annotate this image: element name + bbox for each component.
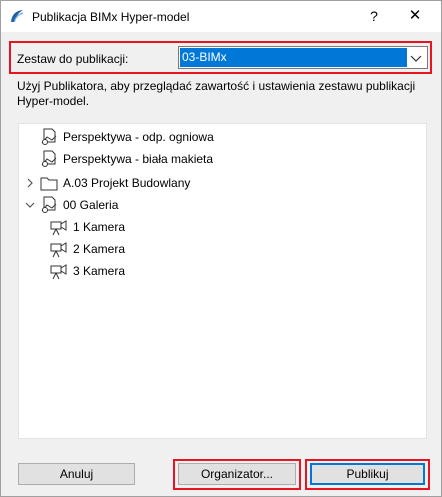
organizer-button[interactable]: Organizator... bbox=[178, 463, 296, 485]
info-text: Użyj Publikatora, aby przeglądać zawarto… bbox=[17, 79, 416, 108]
view-icon bbox=[41, 128, 57, 145]
tree-item[interactable]: Perspektywa - odp. ogniowa bbox=[19, 126, 426, 148]
close-button[interactable]: ✕ bbox=[404, 6, 426, 26]
chevron-down-icon bbox=[410, 55, 422, 62]
tree-item-label: Perspektywa - biała makieta bbox=[63, 152, 214, 166]
window-title: Publikacja BIMx Hyper-model bbox=[32, 10, 190, 24]
view-icon bbox=[41, 150, 57, 167]
camera-icon bbox=[50, 264, 67, 280]
publish-set-tree[interactable]: Perspektywa - odp. ogniowa Perspektywa -… bbox=[18, 123, 427, 439]
publish-set-label: Zestaw do publikacji: bbox=[17, 52, 129, 66]
tree-item-label: Perspektywa - odp. ogniowa bbox=[63, 130, 214, 144]
camera-icon bbox=[50, 242, 67, 258]
folder-icon bbox=[40, 177, 58, 191]
cancel-button[interactable]: Anuluj bbox=[18, 463, 135, 485]
tree-item-label: 1 Kamera bbox=[73, 220, 126, 234]
publish-set-dropdown[interactable]: 03-BIMx bbox=[178, 46, 428, 69]
tree-item-label: 2 Kamera bbox=[73, 242, 126, 256]
app-logo-icon bbox=[11, 10, 24, 23]
help-button[interactable]: ? bbox=[363, 6, 385, 26]
tree-item[interactable]: Perspektywa - biała makieta bbox=[19, 148, 426, 170]
dialog-window: Publikacja BIMx Hyper-model ? ✕ Zestaw d… bbox=[0, 0, 442, 497]
tree-item[interactable]: 2 Kamera bbox=[19, 238, 426, 260]
tree-item[interactable]: 1 Kamera bbox=[19, 216, 426, 238]
tree-item-label: 00 Galeria bbox=[63, 198, 119, 212]
chevron-down-icon[interactable] bbox=[24, 199, 36, 211]
chevron-right-icon[interactable] bbox=[24, 177, 36, 189]
publish-button[interactable]: Publikuj bbox=[310, 463, 425, 485]
tree-item[interactable]: 3 Kamera bbox=[19, 260, 426, 282]
tree-item-label: A.03 Projekt Budowlany bbox=[63, 176, 191, 190]
tree-item[interactable]: A.03 Projekt Budowlany bbox=[19, 172, 426, 194]
tree-item[interactable]: 00 Galeria bbox=[19, 194, 426, 216]
title-bar[interactable]: Publikacja BIMx Hyper-model ? ✕ bbox=[1, 1, 441, 32]
view-icon bbox=[41, 196, 57, 213]
tree-item-label: 3 Kamera bbox=[73, 264, 126, 278]
camera-icon bbox=[50, 220, 67, 236]
publish-set-value: 03-BIMx bbox=[180, 48, 407, 67]
